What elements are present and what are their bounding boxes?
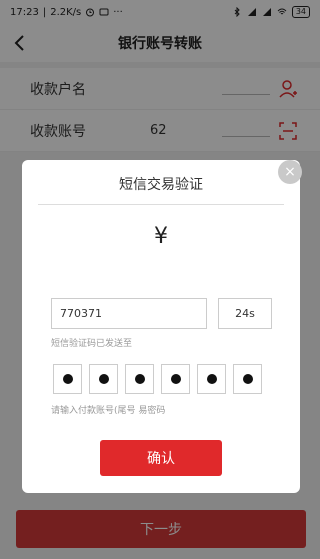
pin-note: 请输入付款账号(尾号 易密码 [51, 406, 166, 416]
pin-digit-box[interactable] [53, 364, 82, 394]
close-icon[interactable]: × [278, 160, 302, 184]
pin-digit-box[interactable] [89, 364, 118, 394]
sms-verification-dialog: 短信交易验证 × ¥ 770371 24s 短信验证码已发送至 请输入付款账号(… [22, 160, 302, 493]
pin-dot-icon [242, 374, 253, 384]
amount-currency: ¥ [154, 224, 168, 249]
confirm-button[interactable]: 确认 [100, 440, 222, 476]
pin-digit-box[interactable] [197, 364, 226, 394]
dialog-divider [38, 204, 284, 205]
pin-dot-icon [98, 374, 109, 384]
sms-sent-note: 短信验证码已发送至 [51, 339, 133, 349]
pin-digit-box[interactable] [233, 364, 262, 394]
pin-digit-box[interactable] [125, 364, 154, 394]
pin-dot-icon [62, 374, 73, 384]
resend-countdown-button[interactable]: 24s [218, 298, 272, 329]
pin-dot-icon [170, 374, 181, 384]
pin-dot-icon [134, 374, 145, 384]
pin-digit-box[interactable] [161, 364, 190, 394]
pin-input-row[interactable] [53, 364, 262, 394]
pin-dot-icon [206, 374, 217, 384]
sms-code-input[interactable]: 770371 [51, 298, 207, 329]
dialog-title: 短信交易验证 [119, 177, 203, 193]
